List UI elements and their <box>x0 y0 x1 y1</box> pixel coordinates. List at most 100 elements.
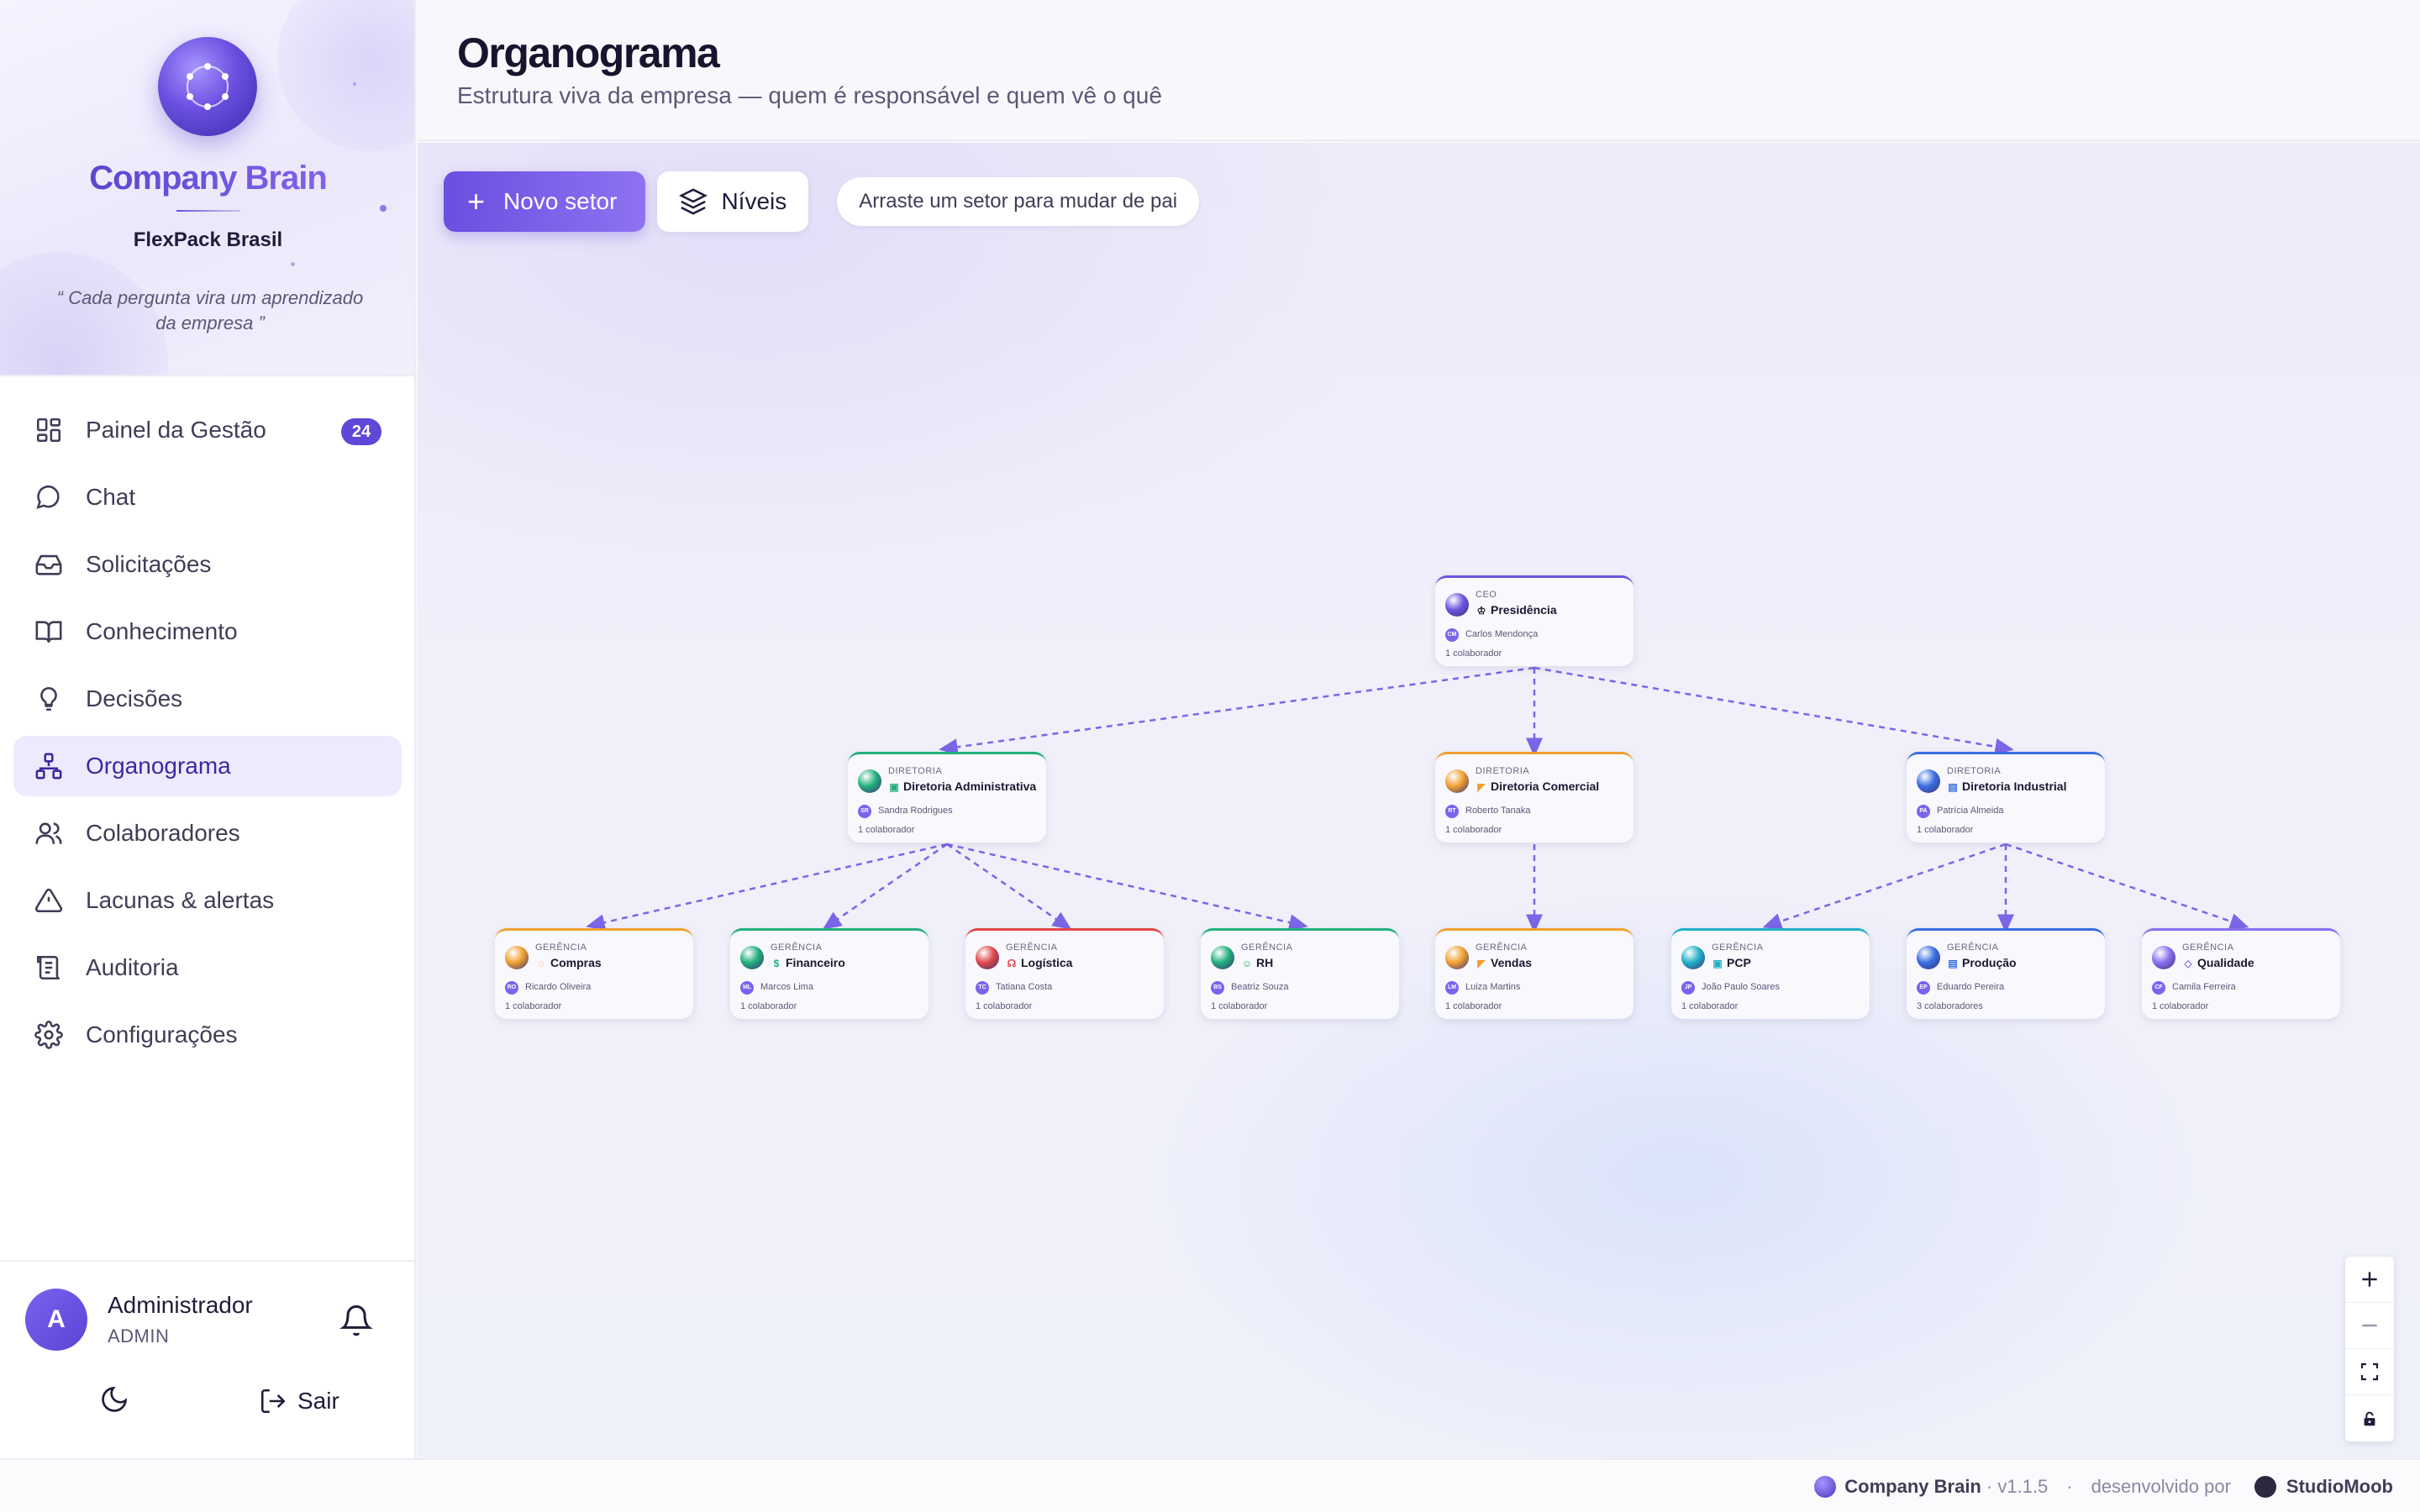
org-node-manager[interactable]: GERÊNCIA $ Financeiro ML Marcos Lima 1 co… <box>730 928 929 1019</box>
nav-item-auditoria[interactable]: Auditoria <box>13 937 402 998</box>
node-level: GERÊNCIA <box>535 942 587 953</box>
nav-item-conhecimento[interactable]: Conhecimento <box>13 601 402 662</box>
decor-dot <box>353 82 356 86</box>
sector-orb-icon <box>505 946 529 969</box>
node-level: DIRETORIA <box>888 766 943 776</box>
member-count: 1 colaborador <box>740 1001 797 1011</box>
person-name: Roberto Tanaka <box>1465 806 1531 816</box>
person-avatar: ML <box>740 981 754 995</box>
building-icon: ▣ <box>889 781 899 793</box>
page-subtitle: Estrutura viva da empresa — quem é respo… <box>457 82 1162 108</box>
person-avatar: JP <box>1681 981 1695 995</box>
lock-button[interactable] <box>2345 1395 2394 1441</box>
fit-view-button[interactable] <box>2345 1349 2394 1395</box>
person-name: Beatriz Souza <box>1231 982 1289 992</box>
brain-logo-icon <box>158 37 257 136</box>
person-avatar: CM <box>1445 628 1459 642</box>
zoom-controls <box>2345 1257 2394 1441</box>
person-name: Luiza Martins <box>1465 982 1521 992</box>
user-name: Administrador <box>108 1292 253 1318</box>
fullscreen-icon <box>2360 1362 2379 1381</box>
zoom-in-button[interactable] <box>2345 1257 2394 1303</box>
nav-item-decisoes[interactable]: Decisões <box>13 669 402 729</box>
node-level: GERÊNCIA <box>1476 942 1528 953</box>
footer-studio[interactable]: StudioMoob <box>2286 1476 2393 1498</box>
member-count: 1 colaborador <box>1917 825 1974 835</box>
nav-label: Lacunas & alertas <box>86 887 275 913</box>
node-name: ☺ RH <box>1241 956 1274 969</box>
org-connectors <box>586 666 2249 933</box>
nav-item-chat[interactable]: Chat <box>13 467 402 528</box>
org-edge <box>1534 666 2014 755</box>
sector-orb-icon <box>1445 946 1469 969</box>
moon-icon[interactable] <box>99 1384 133 1418</box>
person-avatar: CF <box>2152 981 2165 995</box>
page-title: Organograma <box>457 29 720 76</box>
zoom-out-button[interactable] <box>2345 1303 2394 1349</box>
node-level: DIRETORIA <box>1947 766 2002 776</box>
gear-icon <box>34 1020 64 1050</box>
nav-item-painel[interactable]: Painel da Gestão 24 <box>13 400 402 460</box>
person-name: Ricardo Oliveira <box>525 982 592 992</box>
decor-dot <box>291 262 295 266</box>
person-name: Tatiana Costa <box>996 982 1053 992</box>
node-name: ▤ Produção <box>1948 956 2017 969</box>
sector-orb-icon <box>1917 769 1940 793</box>
nav-item-lacunas[interactable]: Lacunas & alertas <box>13 870 402 931</box>
brand-quote: “ Cada pergunta vira um aprendizado da e… <box>56 287 364 333</box>
bell-icon[interactable] <box>339 1304 373 1337</box>
org-node-manager[interactable]: GERÊNCIA ▤ Produção EP Eduardo Pereira 3 … <box>1907 928 2105 1019</box>
org-node-director[interactable]: DIRETORIA ▣ Diretoria Administrativa SR S… <box>848 752 1046 843</box>
avatar[interactable]: A <box>25 1289 87 1351</box>
org-node-manager[interactable]: GERÊNCIA ☺ RH BS Beatriz Souza 1 colabora… <box>1201 928 1399 1019</box>
person-name: Carlos Mendonça <box>1465 629 1539 639</box>
logout-button[interactable]: Sair <box>259 1383 339 1420</box>
person-avatar: TC <box>976 981 989 995</box>
org-node-ceo[interactable]: CEO ♔ Presidência CM Carlos Mendonça 1 co… <box>1435 575 1634 666</box>
nav-item-solicitacoes[interactable]: Solicitações <box>13 534 402 595</box>
decor-dot <box>380 205 387 212</box>
node-name: ☊ Logística <box>1007 956 1073 969</box>
node-name: ▣ Diretoria Administrativa <box>889 780 1037 793</box>
node-level: CEO <box>1476 590 1497 600</box>
org-node-director[interactable]: DIRETORIA ▤ Diretoria Industrial PA Patrí… <box>1907 752 2105 843</box>
chat-icon <box>34 482 64 512</box>
minus-icon <box>2362 1324 2377 1327</box>
node-level: GERÊNCIA <box>1241 942 1293 953</box>
member-count: 1 colaborador <box>1445 648 1502 659</box>
megaphone-icon: ◤ <box>1477 958 1486 969</box>
org-node-manager[interactable]: GERÊNCIA ◌ Compras RO Ricardo Oliveira 1 … <box>495 928 693 1019</box>
org-node-manager[interactable]: GERÊNCIA ◇ Qualidade CF Camila Ferreira 1… <box>2142 928 2340 1019</box>
lightbulb-icon <box>34 684 64 714</box>
nav-label: Chat <box>86 484 136 510</box>
footer-app-name: Company Brain <box>1844 1476 1981 1497</box>
org-edge <box>939 666 1535 756</box>
nav-item-configuracoes[interactable]: Configurações <box>13 1005 402 1065</box>
member-count: 1 colaborador <box>1445 1001 1502 1011</box>
nav-item-organograma[interactable]: Organograma <box>13 736 402 796</box>
org-chart-canvas[interactable]: + Novo setor Níveis Arraste um setor par… <box>418 143 2420 1458</box>
node-level: GERÊNCIA <box>1006 942 1058 953</box>
notification-badge: 24 <box>341 418 381 445</box>
sector-orb-icon <box>858 769 881 793</box>
person-name: Camila Ferreira <box>2172 982 2236 992</box>
alert-triangle-icon <box>34 885 64 916</box>
user-role: ADMIN <box>108 1326 170 1347</box>
person-name: Marcos Lima <box>760 982 813 992</box>
person-avatar: SR <box>858 805 871 818</box>
org-edge <box>1762 843 2007 930</box>
nav-item-colaboradores[interactable]: Colaboradores <box>13 803 402 864</box>
person-avatar: BS <box>1211 981 1224 995</box>
org-node-manager[interactable]: GERÊNCIA ▣ PCP JP João Paulo Soares 1 col… <box>1671 928 1870 1019</box>
footer-version: · v1.1.5 <box>1986 1476 2049 1497</box>
sector-orb-icon <box>1445 593 1469 617</box>
org-node-director[interactable]: DIRETORIA ◤ Diretoria Comercial RT Robert… <box>1435 752 1634 843</box>
cart-icon: ◌ <box>538 958 544 969</box>
member-count: 1 colaborador <box>976 1001 1033 1011</box>
org-node-manager[interactable]: GERÊNCIA ☊ Logística TC Tatiana Costa 1 c… <box>965 928 1164 1019</box>
building-icon: ▣ <box>1712 958 1723 969</box>
org-node-manager[interactable]: GERÊNCIA ◤ Vendas LM Luiza Martins 1 cola… <box>1435 928 1634 1019</box>
org-chart-icon <box>34 751 64 781</box>
node-name: $ Financeiro <box>771 956 845 969</box>
person-name: Sandra Rodrigues <box>878 806 953 816</box>
